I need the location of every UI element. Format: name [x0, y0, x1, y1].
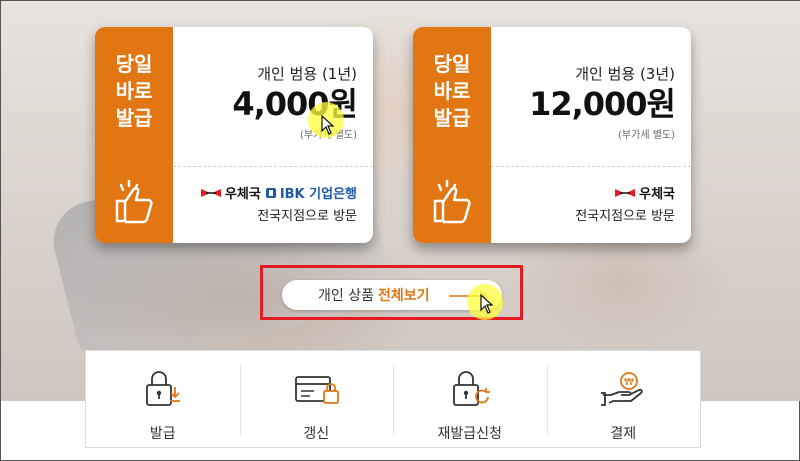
- issuer-logos: 우체국 IBK 기업은행: [200, 183, 357, 202]
- vat-note: (부가세 별도): [618, 130, 675, 141]
- service-renew[interactable]: 갱신: [239, 351, 394, 447]
- product-name: 개인 범용 (1년): [257, 65, 357, 83]
- service-payment[interactable]: ₩ 결제: [546, 351, 701, 447]
- hand-coin-icon: ₩: [601, 372, 643, 406]
- same-day-badge: 당일 바로 발급: [433, 52, 471, 130]
- service-issue[interactable]: 발급: [86, 351, 240, 447]
- lock-download-icon: [145, 371, 180, 406]
- issuer-logos: 우체국: [614, 183, 675, 202]
- lock-refresh-icon: [452, 371, 490, 406]
- thumbs-up-icon: [433, 179, 471, 224]
- visit-branch-note: 전국지점으로 방문: [575, 209, 675, 224]
- product-name: 개인 범용 (3년): [575, 65, 675, 83]
- korea-post-icon: [200, 188, 221, 197]
- service-reissue[interactable]: 재발급신청: [393, 351, 547, 447]
- card-divider: [491, 166, 691, 167]
- korea-post-logo: 우체국: [614, 183, 675, 202]
- mouse-cursor-icon: [321, 115, 335, 135]
- visit-branch-note: 전국지점으로 방문: [257, 209, 357, 224]
- same-day-badge: 당일 바로 발급: [115, 52, 153, 130]
- ibk-bank-logo: IBK 기업은행: [265, 183, 357, 202]
- product-card-personal-3yr[interactable]: 당일 바로 발급 개인 범용 (3년) 12,000원 (부가세 별도) 우체국…: [413, 27, 691, 243]
- card-lock-icon: [295, 376, 340, 404]
- korea-post-icon: [615, 188, 636, 197]
- svg-text:₩: ₩: [624, 377, 634, 388]
- certificate-services-panel: 발급 갱신 재발급신청 ₩ 결제: [85, 350, 701, 448]
- mouse-cursor-icon: [480, 294, 494, 314]
- product-price: 12,000원: [529, 85, 676, 123]
- korea-post-logo: 우체국: [200, 183, 261, 202]
- thumbs-up-icon: [115, 179, 153, 224]
- ibk-icon: [265, 187, 276, 198]
- card-divider: [173, 166, 373, 167]
